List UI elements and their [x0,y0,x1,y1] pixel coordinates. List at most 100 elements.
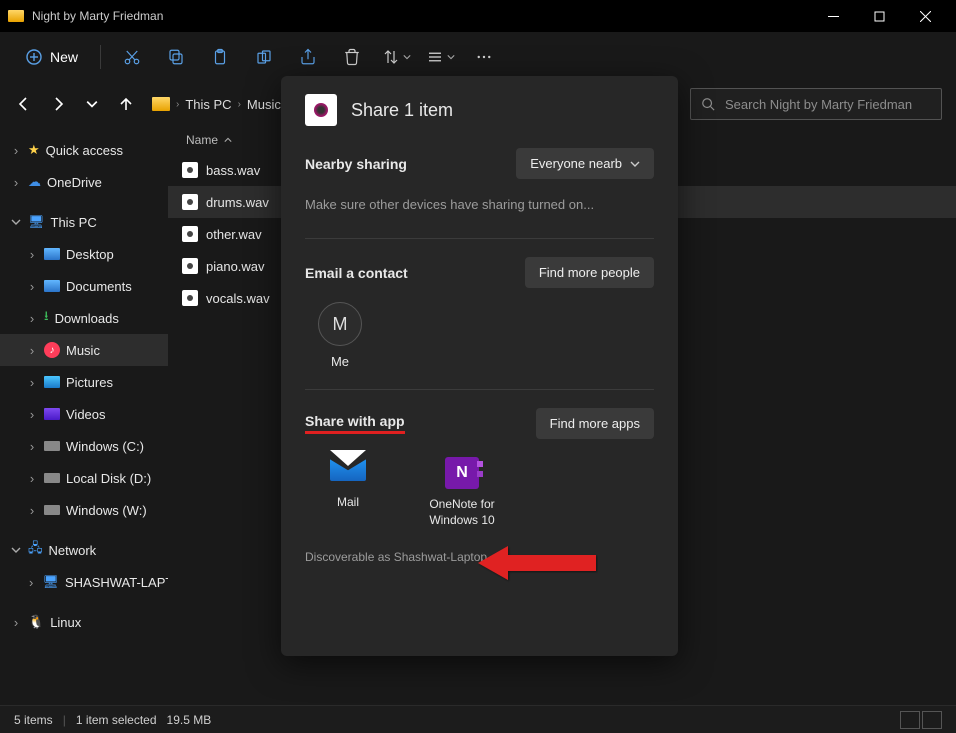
share-header: Share 1 item [305,94,654,126]
chevron-right-icon[interactable]: › [10,144,22,156]
app-label: Mail [337,495,359,511]
sidebar-item-this-pc[interactable]: 🖥 This PC [0,206,168,238]
chevron-right-icon: › [238,99,241,110]
sidebar-item-desktop[interactable]: ›Desktop [0,238,168,270]
forward-button[interactable] [48,94,68,114]
breadcrumb-this-pc[interactable]: This PC [185,97,231,112]
cloud-icon: ☁ [28,174,41,190]
copy-button[interactable] [157,39,195,75]
sidebar-item-quick-access[interactable]: › ★ Quick access [0,134,168,166]
sidebar-item-documents[interactable]: ›Documents [0,270,168,302]
new-button[interactable]: New [16,43,88,71]
nearby-dropdown[interactable]: Everyone nearb [516,148,654,179]
paste-button[interactable] [201,39,239,75]
close-button[interactable] [902,0,948,32]
download-icon: ⭳ [44,307,49,329]
drive-icon [44,441,60,451]
star-icon: ★ [28,142,40,158]
audio-file-icon [182,258,198,274]
share-button[interactable] [289,39,327,75]
sort-up-icon [224,136,232,144]
nearby-label: Nearby sharing [305,156,407,172]
chevron-down-icon[interactable] [10,216,22,228]
minimize-button[interactable] [810,0,856,32]
sidebar-label: Linux [50,615,81,630]
file-name: piano.wav [206,259,265,274]
window-controls [810,0,948,32]
folder-icon [44,248,60,260]
chevron-down-icon[interactable] [10,544,22,556]
view-thumbnails-button[interactable] [922,711,942,729]
sidebar-item-drive-c[interactable]: ›Windows (C:) [0,430,168,462]
share-app-section: Share with app Find more apps Mail N One… [305,408,654,528]
audio-file-icon [182,226,198,242]
recent-button[interactable] [82,94,102,114]
search-input[interactable]: Search Night by Marty Friedman [690,88,942,120]
breadcrumb[interactable]: › This PC › Music [152,97,281,112]
share-app-label: Share with app [305,413,405,434]
status-size: 19.5 MB [167,713,212,727]
rename-button[interactable] [245,39,283,75]
audio-file-icon [182,194,198,210]
nearby-value: Everyone nearb [530,156,622,171]
avatar: M [318,302,362,346]
contact-name: Me [331,354,349,369]
find-apps-button[interactable]: Find more apps [536,408,654,439]
divider [305,238,654,239]
sort-button[interactable] [377,39,415,75]
sidebar-label: Quick access [46,143,123,158]
file-name: vocals.wav [206,291,270,306]
sidebar-label: Network [49,543,97,558]
sidebar-item-pictures[interactable]: ›Pictures [0,366,168,398]
toolbar: New [0,32,956,82]
more-button[interactable] [465,39,503,75]
sidebar-item-drive-d[interactable]: ›Local Disk (D:) [0,462,168,494]
folder-icon [44,280,60,292]
nearby-hint: Make sure other devices have sharing tur… [305,197,654,212]
pc-icon: 🖥 [42,574,59,590]
find-people-button[interactable]: Find more people [525,257,654,288]
music-icon: ♪ [44,342,60,358]
sidebar-label: Downloads [55,311,119,326]
view-details-button[interactable] [900,711,920,729]
titlebar: Night by Marty Friedman [0,0,956,32]
sidebar-item-onedrive[interactable]: › ☁ OneDrive [0,166,168,198]
sidebar-item-videos[interactable]: ›Videos [0,398,168,430]
sidebar-item-drive-w[interactable]: ›Windows (W:) [0,494,168,526]
back-button[interactable] [14,94,34,114]
sidebar-label: Music [66,343,100,358]
sidebar-item-downloads[interactable]: ›⭳Downloads [0,302,168,334]
pc-icon: 🖥 [28,214,45,230]
sidebar-item-music[interactable]: ›♪Music [0,334,168,366]
sidebar-item-linux[interactable]: ›🐧Linux [0,606,168,638]
up-button[interactable] [116,94,136,114]
file-name: bass.wav [206,163,260,178]
breadcrumb-music[interactable]: Music [247,97,281,112]
pictures-icon [44,376,60,388]
audio-file-icon [182,290,198,306]
sidebar-item-network-pc[interactable]: ›🖥SHASHWAT-LAPTO [0,566,168,598]
file-name: other.wav [206,227,262,242]
onenote-icon: N [445,457,479,489]
search-icon [701,97,715,111]
sidebar-label: Local Disk (D:) [66,471,151,486]
sidebar-label: Windows (C:) [66,439,144,454]
chevron-right-icon[interactable]: › [10,176,22,188]
app-label: OneNote for Windows 10 [419,497,505,528]
chevron-right-icon: › [176,99,179,110]
maximize-button[interactable] [856,0,902,32]
annotation-arrow [478,540,598,586]
sidebar-item-network[interactable]: 🖧 Network [0,534,168,566]
contact-me[interactable]: M Me [305,302,375,369]
app-onenote[interactable]: N OneNote for Windows 10 [419,457,505,528]
cut-button[interactable] [113,39,151,75]
view-button[interactable] [421,39,459,75]
app-mail[interactable]: Mail [305,457,391,528]
sidebar-label: Videos [66,407,106,422]
separator [100,45,101,69]
column-label: Name [186,133,218,147]
status-item-count: 5 items [14,713,53,727]
delete-button[interactable] [333,39,371,75]
sidebar-label: Desktop [66,247,114,262]
sidebar-label: Documents [66,279,132,294]
